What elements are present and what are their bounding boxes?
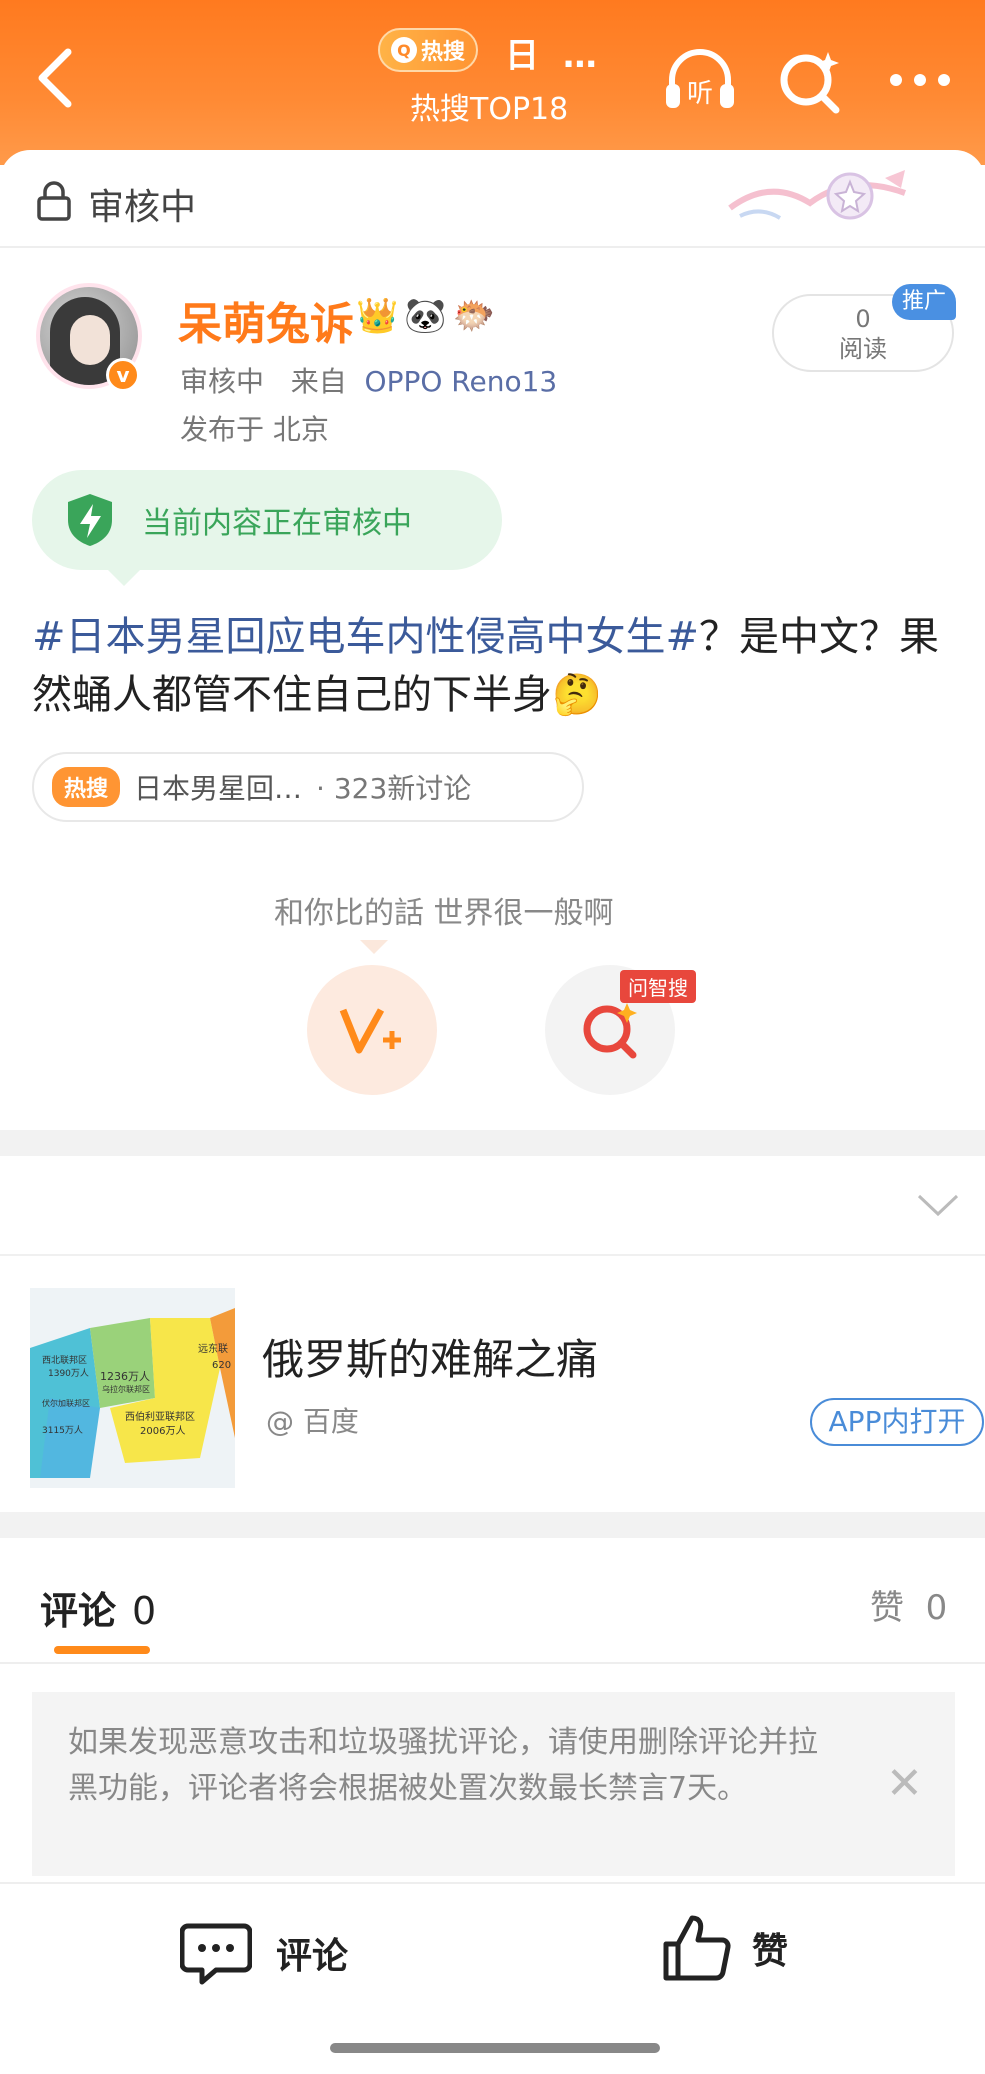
- close-icon[interactable]: ✕: [886, 1758, 923, 1809]
- more-icon[interactable]: [880, 40, 960, 120]
- post-location: 发布于 北京: [180, 413, 329, 446]
- svg-text:远东联: 远东联: [198, 1342, 228, 1355]
- tabs-divider: [0, 1662, 985, 1664]
- open-in-app-button[interactable]: APP内打开: [810, 1398, 984, 1446]
- home-indicator[interactable]: [330, 2043, 660, 2053]
- hot-search-title[interactable]: 热搜TOP18: [410, 84, 568, 128]
- ask-search-icon: [583, 1003, 637, 1059]
- crown-icon: 👑: [356, 296, 399, 336]
- svg-text:620: 620: [212, 1360, 231, 1371]
- topic-pill[interactable]: 热搜 日本男星回… · 323新讨论: [32, 752, 584, 822]
- post-content: #日本男星回应电车内性侵高中女生#？是中文？果然蛹人都管不住自己的下半身🤔: [32, 608, 957, 724]
- ask-search-badge: 问智搜: [620, 970, 696, 1003]
- lock-icon: [37, 181, 71, 221]
- topic-title: 日本男星回…: [134, 772, 303, 805]
- panda-icon: 🐼: [404, 296, 447, 336]
- svg-text:伏尔加联邦区: 伏尔加联邦区: [42, 1398, 90, 1408]
- map-image: 西北联邦区 1390万人 1236万人 乌拉尔联邦区 伏尔加联邦区 3115万人…: [30, 1288, 235, 1488]
- fish-icon: 🐡: [452, 296, 496, 336]
- tab-likes-count: 0: [925, 1588, 948, 1628]
- audit-notice: 当前内容正在审核中: [32, 470, 502, 586]
- tab-likes-label: 赞: [870, 1588, 904, 1628]
- promo-badge[interactable]: 推广: [892, 284, 956, 320]
- svg-text:1236万人: 1236万人: [100, 1370, 150, 1383]
- chevron-down-icon[interactable]: [915, 1190, 961, 1220]
- search-icon: Q: [390, 37, 417, 63]
- status-text: 审核中: [180, 365, 265, 398]
- link-card-thumbnail[interactable]: 西北联邦区 1390万人 1236万人 乌拉尔联邦区 伏尔加联邦区 3115万人…: [30, 1288, 235, 1488]
- vplus-icon: [339, 1008, 401, 1054]
- vplus-button[interactable]: [307, 965, 437, 1095]
- ai-search-icon[interactable]: [770, 40, 850, 120]
- topic-hot-badge: 热搜: [52, 767, 121, 807]
- topic-count: · 323新讨论: [316, 772, 472, 805]
- comment-button[interactable]: 评论: [180, 1920, 348, 1986]
- tab-comments-label: 评论: [40, 1589, 117, 1633]
- like-button[interactable]: 赞: [660, 1912, 788, 1984]
- svg-text:1390万人: 1390万人: [48, 1368, 89, 1379]
- user-badges[interactable]: 👑 🐼 🐡: [356, 296, 495, 336]
- comment-icon: [180, 1923, 252, 1985]
- link-card-title[interactable]: 俄罗斯的难解之痛: [262, 1326, 598, 1387]
- back-arrow-icon[interactable]: [30, 40, 80, 115]
- author-name[interactable]: 呆萌兔诉: [178, 288, 354, 352]
- svg-text:乌拉尔联邦区: 乌拉尔联邦区: [102, 1384, 150, 1394]
- svg-text:3115万人: 3115万人: [42, 1425, 83, 1436]
- shield-icon: [68, 494, 112, 546]
- signature-quote: 和你比的話 世界很一般啊: [274, 896, 614, 931]
- section-divider: [0, 1130, 985, 1156]
- listen-icon[interactable]: 听: [660, 40, 740, 120]
- audit-text: 当前内容正在审核中: [142, 506, 412, 541]
- divider-line: [0, 1254, 985, 1256]
- read-label: 阅读: [839, 335, 887, 363]
- quote-pointer: [360, 940, 388, 954]
- hot-badge-label: 热搜: [420, 40, 465, 65]
- like-button-label: 赞: [752, 1931, 789, 1972]
- svg-text:西伯利亚联邦区: 西伯利亚联邦区: [125, 1410, 195, 1423]
- active-tab-indicator: [54, 1646, 150, 1654]
- svg-text:西北联邦区: 西北联邦区: [42, 1354, 87, 1366]
- post-meta: 审核中 来自 OPPO Reno13: [180, 360, 557, 400]
- device-name: OPPO Reno13: [364, 365, 558, 398]
- tab-comments-count: 0: [132, 1589, 157, 1633]
- comment-button-label: 评论: [276, 1936, 349, 1977]
- verified-icon: v: [106, 358, 140, 392]
- tab-comments[interactable]: 评论 0: [40, 1580, 156, 1635]
- top-bar: Q 热搜 日 … 热搜TOP18 听: [0, 0, 985, 165]
- post-hashtag[interactable]: #日本男星回应电车内性侵高中女生#: [32, 614, 699, 660]
- hot-search-badge[interactable]: Q 热搜: [378, 28, 478, 72]
- from-label: 来自: [290, 365, 347, 398]
- comment-notice: 如果发现恶意攻击和垃圾骚扰评论，请使用删除评论并拉黑功能，评论者将会根据被处置次…: [32, 1692, 955, 1876]
- review-label: 审核中: [88, 187, 197, 228]
- section-divider: [0, 1512, 985, 1538]
- link-card-source: @ 百度: [266, 1405, 359, 1438]
- thumbs-up-icon: [663, 1915, 731, 1981]
- svg-text:2006万人: 2006万人: [140, 1425, 185, 1437]
- tab-likes[interactable]: 赞 0: [870, 1580, 947, 1629]
- review-status-row: 审核中: [0, 150, 985, 248]
- hot-extra: 日 …: [505, 36, 603, 76]
- decoration-image: [728, 170, 907, 220]
- listen-label: 听: [687, 79, 713, 109]
